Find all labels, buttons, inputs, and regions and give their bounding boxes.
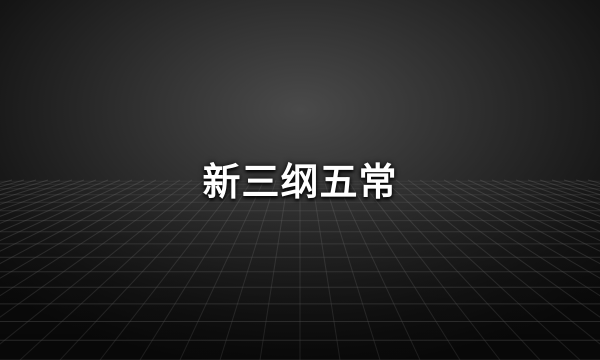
title-card: 新三纲五常 [0,0,600,360]
page-title: 新三纲五常 [202,160,398,204]
